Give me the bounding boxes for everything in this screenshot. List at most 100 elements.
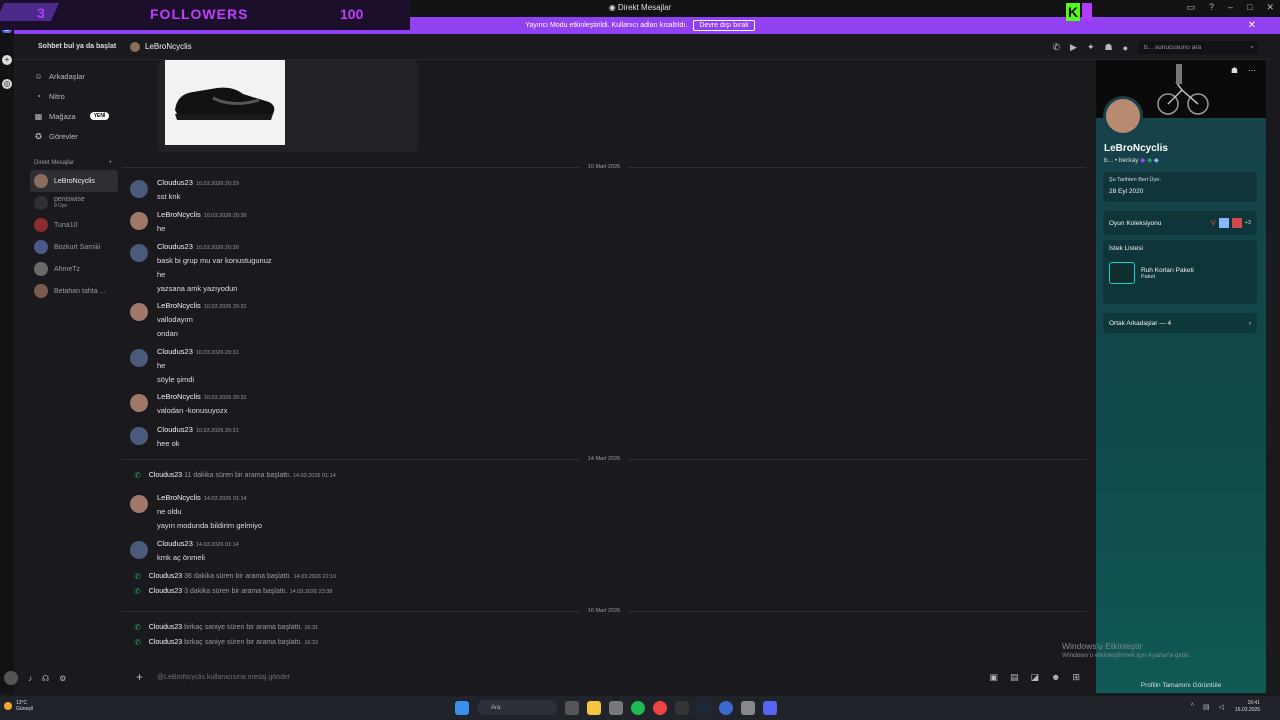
- avatar[interactable]: [130, 495, 148, 513]
- mutual-friends-card[interactable]: Ortak Arkadaşlar — 4 ›: [1103, 313, 1257, 333]
- message-author[interactable]: LeBroNcyclis: [157, 392, 201, 401]
- avatar[interactable]: [130, 180, 148, 198]
- profile-avatar[interactable]: [1103, 96, 1143, 136]
- avatar[interactable]: [130, 427, 148, 445]
- add-friend-icon[interactable]: ☗: [1231, 66, 1238, 75]
- message: LeBroNcyclis 10.03.2026 20:31 vallodayım on…: [130, 301, 1030, 338]
- weather-widget[interactable]: 13°C Güneşli: [4, 700, 33, 712]
- profile-toggle-icon[interactable]: ●: [1123, 43, 1128, 53]
- close-icon[interactable]: ✕: [1248, 20, 1256, 31]
- discord-icon[interactable]: [763, 700, 777, 715]
- apps-icon[interactable]: ⊞: [1072, 672, 1080, 683]
- explore-icon[interactable]: ◎: [2, 79, 12, 89]
- microphone-icon[interactable]: ♪: [28, 674, 32, 683]
- dm-item-peniswise[interactable]: peniswise 9 Üye: [30, 192, 118, 214]
- gift-icon[interactable]: ▣: [989, 672, 998, 683]
- call-author[interactable]: Cloudus23: [149, 573, 182, 580]
- dm-item-betahan[interactable]: Betahan tahta ...: [30, 280, 118, 302]
- nav-shop[interactable]: ▦ Mağaza YENİ: [14, 106, 122, 126]
- message-time: 14.03.2026 01:14: [195, 542, 239, 548]
- dm-members: 9 Üye: [54, 203, 68, 210]
- avatar[interactable]: [130, 349, 148, 367]
- add-attachment-icon[interactable]: +: [136, 670, 143, 684]
- settings-app-icon[interactable]: [741, 700, 755, 715]
- shoe-image[interactable]: [165, 60, 285, 145]
- avatar[interactable]: [130, 303, 148, 321]
- call-author[interactable]: Cloudus23: [149, 624, 182, 631]
- nav-nitro[interactable]: ◔ Nitro: [14, 86, 122, 106]
- avatar[interactable]: [130, 394, 148, 412]
- boost-badge-icon[interactable]: ◆: [1147, 157, 1152, 164]
- network-icon[interactable]: ▤: [1203, 703, 1210, 711]
- message-author[interactable]: Cloudus23: [157, 539, 193, 548]
- headphones-icon[interactable]: ☊: [42, 674, 49, 683]
- search-icon: ⌕: [1250, 43, 1254, 51]
- start-icon[interactable]: [455, 700, 469, 715]
- message-line: bask bi grup mu var konustugunuz: [157, 256, 272, 265]
- nav-label: Nitro: [49, 91, 65, 101]
- view-full-profile-button[interactable]: Profilin Tamamını Görüntüle: [1096, 682, 1266, 689]
- header-search-input[interactable]: b... sunucusunu ara ⌕: [1138, 41, 1258, 54]
- avatar[interactable]: [130, 541, 148, 559]
- more-options-icon[interactable]: ⋯: [1248, 66, 1256, 75]
- sticker-icon[interactable]: ◪: [1030, 672, 1039, 683]
- app-icon[interactable]: [675, 700, 689, 715]
- game-collection-card[interactable]: Oyun Koleksiyonu V +3: [1103, 211, 1257, 235]
- maximize-button[interactable]: □: [1247, 2, 1252, 13]
- quest-badge-icon[interactable]: ◆: [1154, 157, 1159, 164]
- phone-icon: ✆: [134, 638, 141, 647]
- video-call-icon[interactable]: ▶: [1070, 42, 1077, 53]
- app-icon[interactable]: [609, 700, 623, 715]
- wishlist-item[interactable]: Ruh Korları Paketi Paket: [1109, 262, 1251, 284]
- call-author[interactable]: Cloudus23: [149, 639, 182, 646]
- message-author[interactable]: Cloudus23: [157, 178, 193, 187]
- volume-icon[interactable]: ◁: [1219, 703, 1224, 711]
- image-attachment[interactable]: [158, 60, 418, 152]
- help-icon[interactable]: ?: [1209, 2, 1214, 13]
- message-input[interactable]: + @LeBroNcyclis kullanıcısına mesaj gönd…: [122, 664, 1094, 690]
- emoji-icon[interactable]: ☻: [1051, 672, 1060, 683]
- nav-quests[interactable]: ✪ Görevler: [14, 126, 122, 146]
- app-icon[interactable]: [719, 700, 733, 715]
- call-author[interactable]: Cloudus23: [149, 472, 182, 479]
- settings-icon[interactable]: ⚙: [59, 674, 66, 683]
- window-controls: ▭ ? – □ ✕: [1186, 2, 1274, 13]
- dm-search-button[interactable]: Sohbet bul ya da başlat: [14, 34, 122, 60]
- avatar[interactable]: [4, 671, 18, 685]
- message-author[interactable]: LeBroNcyclis: [157, 210, 201, 219]
- close-window-button[interactable]: ✕: [1266, 2, 1274, 13]
- avatar[interactable]: [130, 244, 148, 262]
- add-friends-icon[interactable]: ☗: [1104, 42, 1112, 53]
- voice-call-icon[interactable]: ✆: [1052, 42, 1060, 53]
- pin-icon[interactable]: ✦: [1087, 42, 1095, 53]
- dm-item-ahmetz[interactable]: AhmeTz: [30, 258, 118, 280]
- game-icon: [1231, 218, 1242, 228]
- add-dm-icon[interactable]: +: [108, 160, 112, 166]
- nav-friends[interactable]: ☺ Arkadaşlar: [14, 66, 122, 86]
- task-view-icon[interactable]: [565, 700, 579, 715]
- taskbar-search[interactable]: Ara: [477, 700, 557, 715]
- minimize-button[interactable]: –: [1228, 2, 1233, 13]
- dm-item-tuna10[interactable]: Tuna10: [30, 214, 118, 236]
- message-author[interactable]: Cloudus23: [157, 347, 193, 356]
- stream-followers-overlay: 3 FOLLOWERS 100: [0, 0, 410, 30]
- call-author[interactable]: Cloudus23: [149, 588, 182, 595]
- avatar[interactable]: [130, 212, 148, 230]
- message-author[interactable]: Cloudus23: [157, 425, 193, 434]
- dm-item-lebroncyclis[interactable]: LeBroNcyclis: [30, 170, 118, 192]
- inbox-icon[interactable]: ▭: [1186, 2, 1195, 13]
- disable-streamer-mode-button[interactable]: Devre dışı bırak: [693, 20, 755, 31]
- chrome-icon[interactable]: [653, 700, 667, 715]
- message-author[interactable]: LeBroNcyclis: [157, 301, 201, 310]
- steam-icon[interactable]: [697, 700, 711, 715]
- file-explorer-icon[interactable]: [587, 700, 601, 715]
- message-author[interactable]: Cloudus23: [157, 242, 193, 251]
- add-server-icon[interactable]: +: [2, 55, 12, 65]
- spotify-icon[interactable]: [631, 700, 645, 715]
- nitro-badge-icon[interactable]: ◆: [1140, 157, 1145, 164]
- gif-icon[interactable]: ▤: [1010, 672, 1019, 683]
- clock[interactable]: 16:41 16.03.2026: [1235, 700, 1260, 714]
- dm-item-bozkurt[interactable]: Bozkurt Samiiii: [30, 236, 118, 258]
- chevron-up-icon[interactable]: ^: [1191, 703, 1194, 711]
- message-author[interactable]: LeBroNcyclis: [157, 493, 201, 502]
